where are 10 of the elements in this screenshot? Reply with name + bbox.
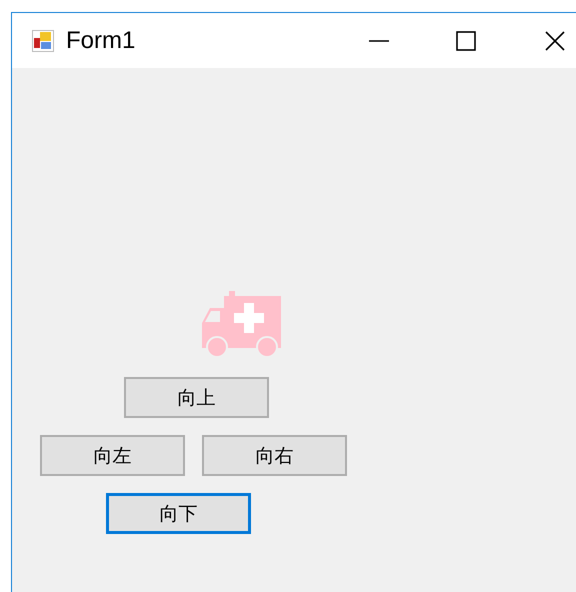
- direction-button[interactable]: 向下: [106, 493, 251, 534]
- app-icon: [32, 30, 54, 52]
- minimize-icon: [369, 40, 389, 42]
- direction-button[interactable]: 向右: [202, 435, 347, 476]
- direction-button[interactable]: 向左: [40, 435, 185, 476]
- ambulance-icon: [202, 291, 284, 357]
- close-icon: [543, 28, 567, 52]
- window-title: Form1: [66, 26, 136, 54]
- direction-button[interactable]: 向上: [124, 377, 269, 418]
- maximize-icon: [454, 28, 478, 52]
